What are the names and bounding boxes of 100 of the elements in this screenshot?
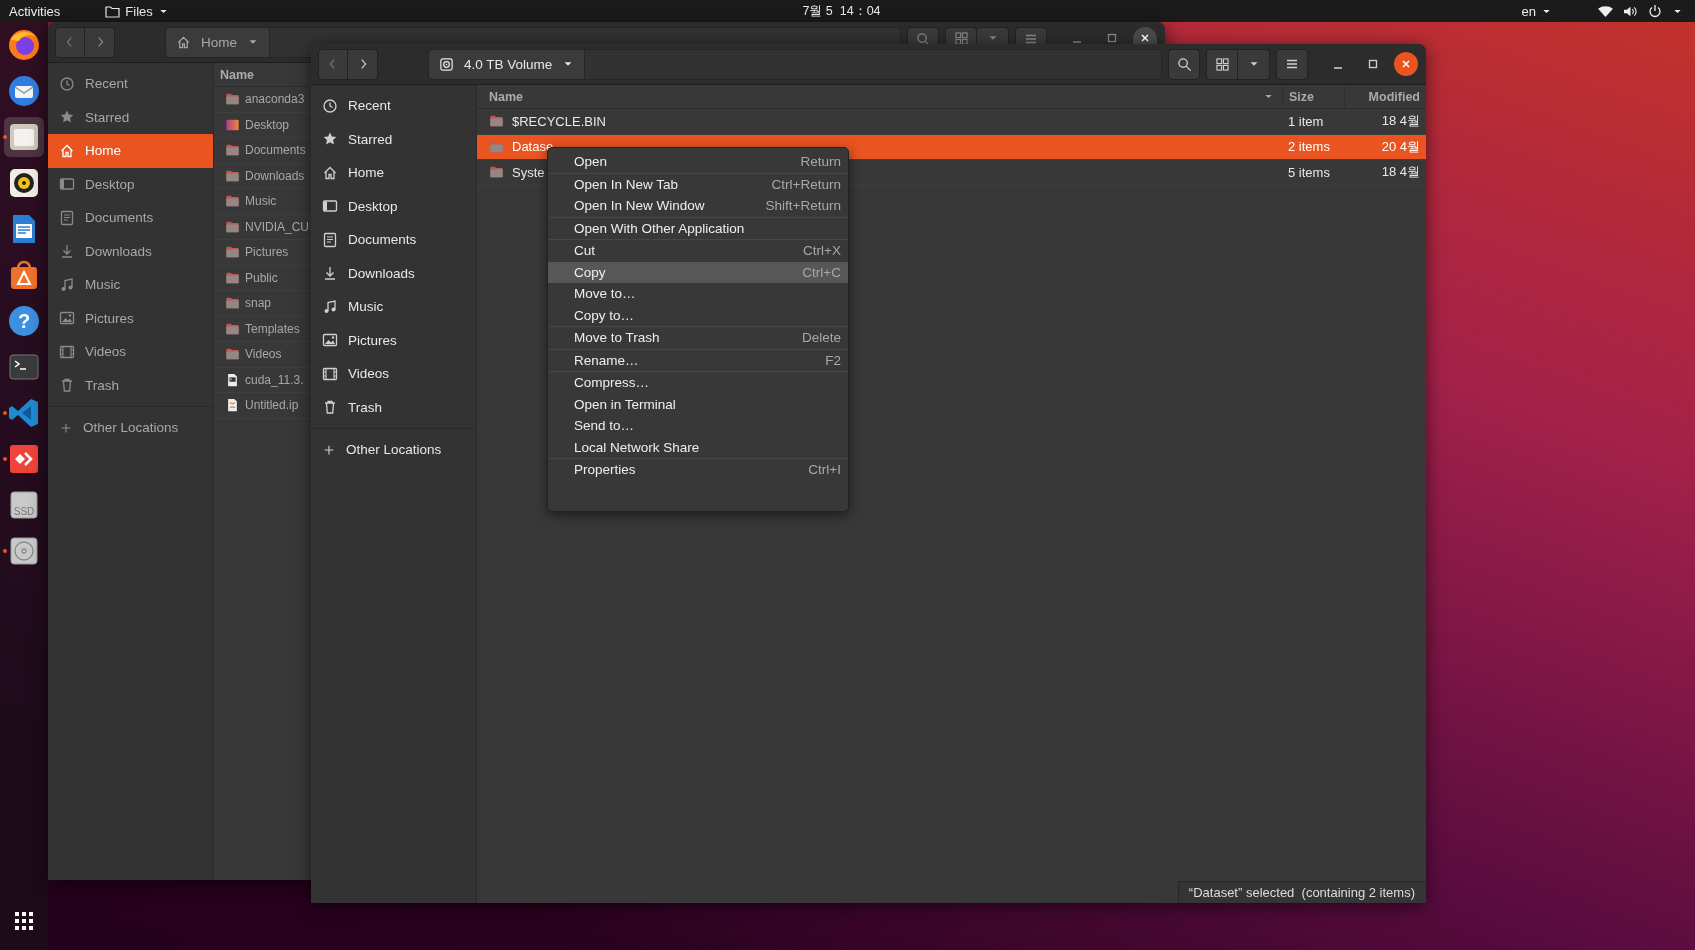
grid-view-button[interactable] xyxy=(945,27,977,44)
sidebar-item[interactable]: Starred xyxy=(311,122,476,156)
close-icon xyxy=(1140,33,1150,43)
file-name: NVIDIA_CU xyxy=(245,219,309,234)
menu-item[interactable]: Local Network Share xyxy=(548,436,848,458)
search-button[interactable] xyxy=(1168,48,1200,80)
script-file-icon xyxy=(225,372,240,387)
sidebar-item[interactable]: Desktop xyxy=(48,167,213,201)
menu-item[interactable]: Properties Ctrl+I xyxy=(548,459,848,481)
sidebar-item[interactable]: Downloads xyxy=(48,234,213,268)
sidebar-item[interactable]: Downloads xyxy=(311,256,476,290)
clock[interactable]: 7월 5 14：04 xyxy=(802,0,881,22)
sidebar-item[interactable]: Home xyxy=(311,156,476,190)
file-size: 1 item xyxy=(1287,113,1325,129)
picture-icon xyxy=(59,310,75,327)
forward-button[interactable] xyxy=(348,48,378,80)
location-label: Home xyxy=(201,34,237,50)
folder-icon xyxy=(225,194,240,209)
sidebar-item[interactable]: Recent xyxy=(311,89,476,123)
menu-item[interactable]: Open With Other Application xyxy=(548,217,848,239)
clock-icon xyxy=(322,97,338,114)
menu-item[interactable]: Open In New Window Shift+Return xyxy=(548,195,848,217)
sidebar-item[interactable]: Music xyxy=(48,268,213,302)
close-button[interactable] xyxy=(1133,27,1157,44)
grid-icon xyxy=(1215,57,1229,71)
input-source-menu[interactable]: en xyxy=(1521,0,1552,22)
file-name: Pictures xyxy=(245,245,289,260)
close-button[interactable] xyxy=(1394,52,1418,76)
sidebar-item[interactable]: Documents xyxy=(48,201,213,235)
app-grid-icon[interactable] xyxy=(15,912,33,930)
sidebar-item[interactable]: Pictures xyxy=(48,301,213,335)
sidebar-item[interactable]: Desktop xyxy=(311,189,476,223)
folder-icon xyxy=(105,4,121,18)
file-name: Untitled.ip xyxy=(245,398,299,413)
file-name: Templates xyxy=(245,321,300,336)
status-bar: “Dataset” selected (containing 2 items) xyxy=(1177,881,1426,903)
sidebar-item[interactable]: Trash xyxy=(311,390,476,424)
file-name: cuda_11.3. xyxy=(245,372,304,387)
sidebar-item[interactable]: Documents xyxy=(311,223,476,257)
menu-item[interactable]: Send to… xyxy=(548,415,848,437)
mail-icon[interactable] xyxy=(7,74,41,108)
search-button[interactable] xyxy=(907,27,939,44)
help-icon[interactable]: ? xyxy=(7,304,41,338)
location-button[interactable]: Home xyxy=(166,27,270,57)
sidebar-item[interactable]: Home xyxy=(48,134,213,168)
wifi-icon[interactable] xyxy=(1598,4,1613,18)
file-name: Downloads xyxy=(245,168,305,183)
menu-item[interactable]: Move to Trash Delete xyxy=(548,327,848,349)
speaker-icon[interactable] xyxy=(7,166,41,200)
menu-icon xyxy=(1285,57,1299,71)
menu-button[interactable] xyxy=(1015,27,1047,44)
file-name: Syste xyxy=(512,164,545,180)
menu-item[interactable]: Cut Ctrl+X xyxy=(548,240,848,262)
sidebar-item[interactable]: Recent xyxy=(48,67,213,101)
trash-icon xyxy=(59,377,75,394)
column-header[interactable]: Modified xyxy=(1344,85,1420,108)
menu-item[interactable]: Compress… xyxy=(548,372,848,394)
file-name: Desktop xyxy=(245,117,290,132)
menu-icon xyxy=(1024,32,1038,46)
sidebar-item[interactable]: Videos xyxy=(311,357,476,391)
file-name: anaconda3 xyxy=(245,92,305,107)
sidebar-item[interactable]: Other Locations xyxy=(311,433,476,467)
menu-button[interactable] xyxy=(1276,48,1308,80)
column-header[interactable]: Size xyxy=(1282,85,1344,108)
folder-icon xyxy=(225,321,240,336)
volume-icon[interactable] xyxy=(1623,4,1638,18)
film-icon xyxy=(59,343,75,360)
folder-icon xyxy=(225,143,240,158)
film-icon xyxy=(322,365,338,382)
menu-item[interactable]: Move to… xyxy=(548,283,848,305)
column-header[interactable]: Name xyxy=(214,63,305,86)
file-name: Videos xyxy=(245,347,282,362)
music-note-icon xyxy=(322,298,338,315)
window-icon xyxy=(59,176,75,193)
app-menu[interactable]: Files xyxy=(105,0,169,22)
column-header[interactable]: Name xyxy=(483,85,524,108)
menu-item[interactable]: Rename… F2 xyxy=(548,349,848,371)
sidebar-item[interactable]: Other Locations xyxy=(48,411,213,445)
sidebar-item[interactable]: Trash xyxy=(48,368,213,402)
sidebar-item[interactable]: Starred xyxy=(48,100,213,134)
sidebar-item[interactable]: Videos xyxy=(48,335,213,369)
menu-item[interactable]: Open in Terminal xyxy=(548,393,848,415)
file-name: snap xyxy=(245,296,272,311)
remote-desktop-icon[interactable] xyxy=(7,442,41,476)
file-row[interactable]: $RECYCLE.BIN 1 item 18 4월 xyxy=(477,109,1426,135)
download-icon xyxy=(322,265,338,282)
file-name: Documents xyxy=(245,143,306,158)
view-options-button[interactable] xyxy=(977,27,1009,44)
sidebar-item[interactable]: Music xyxy=(311,290,476,324)
grid-view-button[interactable] xyxy=(1206,48,1238,80)
location-button[interactable]: 4.0 TB Volume xyxy=(429,49,586,79)
activities-button[interactable]: Activities xyxy=(0,0,71,22)
browser-icon[interactable] xyxy=(7,28,41,62)
folder-icon xyxy=(225,117,240,132)
power-icon[interactable] xyxy=(1648,4,1662,18)
menu-item[interactable]: Copy Ctrl+C xyxy=(548,261,848,283)
menu-item[interactable]: Copy to… xyxy=(548,304,848,326)
shortcut-label: Ctrl+I xyxy=(808,462,841,478)
code-editor-icon[interactable] xyxy=(7,396,41,430)
sidebar-item[interactable]: Pictures xyxy=(311,323,476,357)
